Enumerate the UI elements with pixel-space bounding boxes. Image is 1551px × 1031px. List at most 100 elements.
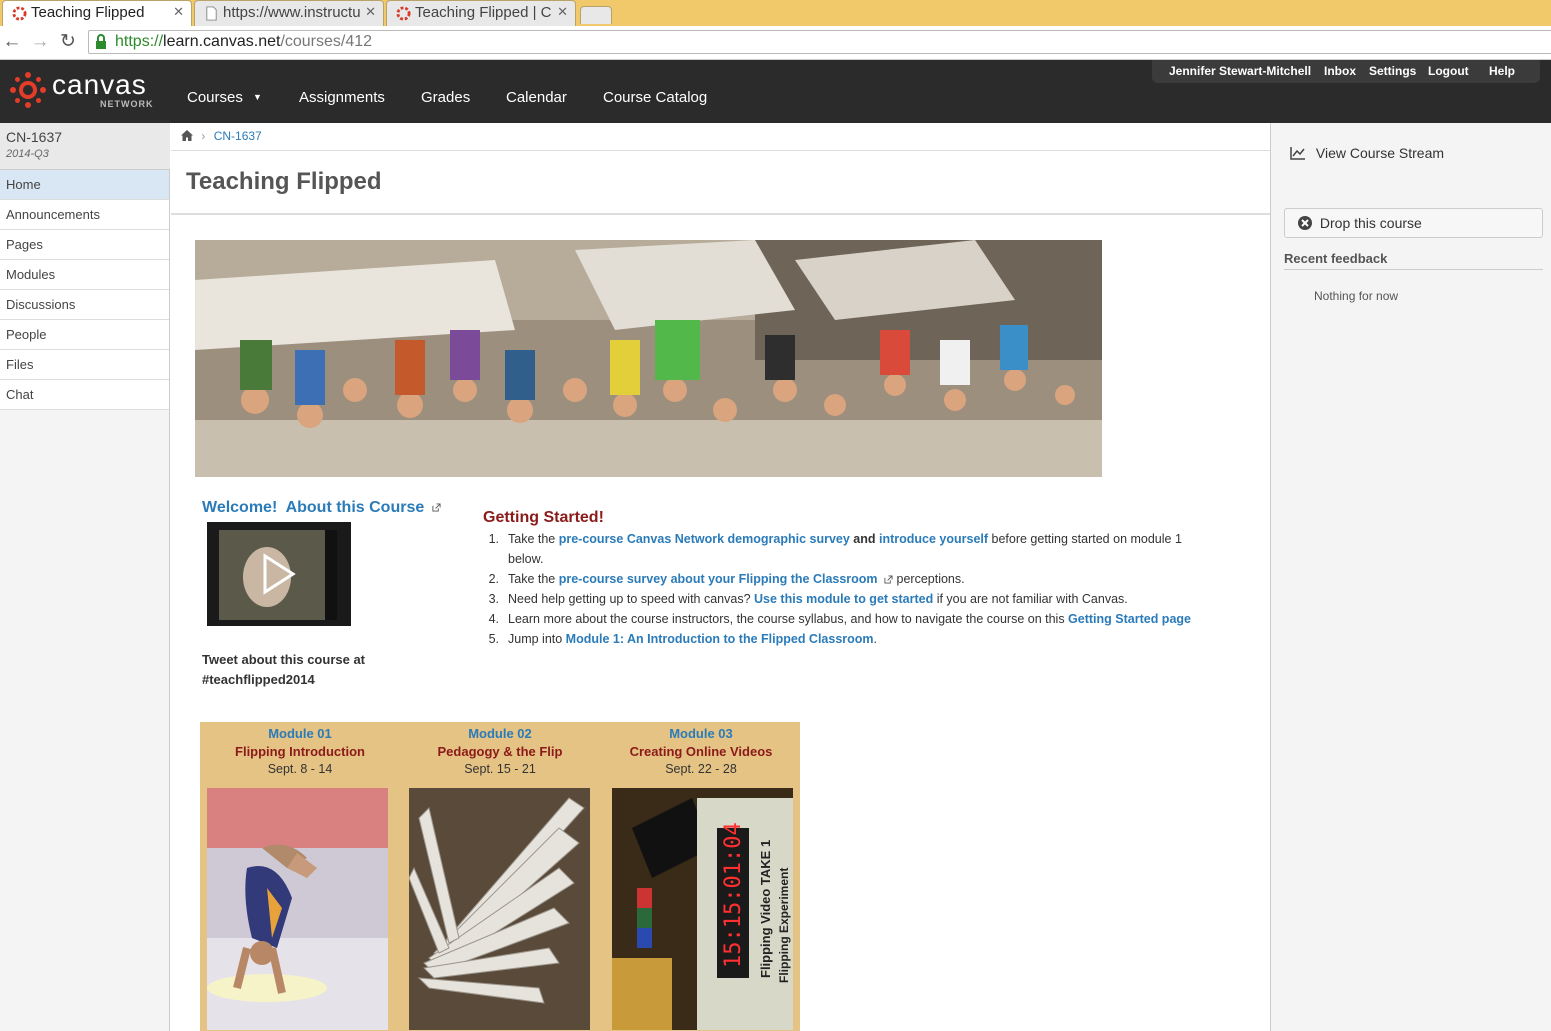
tweet-prompt: Tweet about this course at #teachflipped…	[202, 650, 402, 690]
sidebar-item-home[interactable]: Home	[0, 170, 169, 200]
sidebar-item-modules[interactable]: Modules	[0, 260, 169, 290]
module-number[interactable]: Module 03	[601, 726, 801, 741]
play-icon[interactable]	[259, 552, 299, 596]
module-card-01[interactable]: Module 01 Flipping Introduction Sept. 8 …	[200, 722, 400, 776]
sidebar-item-announcements[interactable]: Announcements	[0, 200, 169, 230]
browser-tab-2[interactable]: https://www.instructu ✕	[194, 0, 384, 26]
new-tab-button[interactable]	[580, 6, 612, 24]
getting-started-list: 1. Take the pre-course Canvas Network de…	[483, 529, 1223, 649]
list-item: 2. Take the pre-course survey about your…	[483, 569, 1223, 589]
list-text: Jump into	[508, 632, 566, 646]
list-number: 3.	[488, 592, 499, 606]
nav-grades[interactable]: Grades	[421, 89, 470, 106]
canvas-header: canvas NETWORK Courses ▼ Assignments Gra…	[0, 60, 1551, 123]
breadcrumb-course-link[interactable]: CN-1637	[214, 129, 262, 143]
nav-courses-label: Courses	[187, 89, 243, 106]
flipping-survey-link[interactable]: pre-course survey about your Flipping th…	[559, 572, 878, 586]
close-tab-icon[interactable]: ✕	[365, 4, 376, 20]
module-card-03[interactable]: Module 03 Creating Online Videos Sept. 2…	[601, 722, 801, 776]
course-banner-image	[195, 240, 1102, 477]
close-tab-icon[interactable]: ✕	[557, 4, 568, 20]
external-link-icon	[432, 503, 441, 512]
line-chart-icon	[1290, 147, 1305, 160]
list-number: 5.	[488, 632, 499, 646]
module-number[interactable]: Module 01	[200, 726, 400, 741]
nav-assignments[interactable]: Assignments	[299, 89, 385, 106]
logo-subtitle: NETWORK	[100, 99, 154, 109]
intro-video-player[interactable]	[207, 522, 351, 626]
close-tab-icon[interactable]: ✕	[173, 4, 184, 20]
module-name: Pedagogy & the Flip	[437, 744, 563, 759]
module-01-image[interactable]	[207, 788, 388, 1030]
sidebar-item-people[interactable]: People	[0, 320, 169, 350]
recent-feedback-empty: Nothing for now	[1314, 289, 1399, 303]
nav-calendar[interactable]: Calendar	[506, 89, 567, 106]
list-text: and	[849, 532, 879, 546]
canvas-favicon-icon	[12, 6, 27, 21]
course-code: CN-1637	[6, 129, 63, 145]
nav-course-catalog[interactable]: Course Catalog	[603, 89, 707, 106]
welcome-heading: Welcome! About this Course	[202, 499, 441, 517]
getting-started-heading: Getting Started!	[483, 509, 604, 526]
slate-label-1: Flipping Video TAKE 1	[758, 840, 773, 978]
list-item: 5. Jump into Module 1: An Introduction t…	[483, 629, 1223, 649]
browser-tab-3[interactable]: Teaching Flipped | C ✕	[386, 0, 576, 26]
get-started-module-link[interactable]: Use this module to get started	[754, 592, 933, 606]
reload-icon[interactable]: ↻	[58, 31, 78, 53]
list-text: .	[873, 632, 878, 646]
user-name-link[interactable]: Jennifer Stewart-Mitchell	[1169, 64, 1311, 78]
caret-down-icon: ▼	[253, 92, 262, 102]
demographic-survey-link[interactable]: pre-course Canvas Network demographic su…	[559, 532, 850, 546]
address-bar-row: ← → ↻ https://learn.canvas.net/courses/4…	[0, 26, 1551, 60]
main-content: › CN-1637 Teaching Flipped Welcome! Abou…	[171, 123, 1270, 1031]
divider	[171, 213, 1270, 215]
view-course-stream-button[interactable]: View Course Stream	[1290, 145, 1444, 161]
sidebar-item-chat[interactable]: Chat	[0, 380, 169, 410]
modules-grid: Module 01 Flipping Introduction Sept. 8 …	[200, 722, 800, 1031]
sidebar-item-files[interactable]: Files	[0, 350, 169, 380]
help-link[interactable]: Help	[1489, 64, 1515, 78]
back-arrow-icon[interactable]: ←	[2, 31, 22, 53]
url-path: /courses/412	[280, 33, 373, 50]
logo-text[interactable]: canvas	[52, 69, 147, 101]
breadcrumb: › CN-1637	[181, 129, 262, 143]
module-03-image[interactable]: 15:15:01:04 Flipping Video TAKE 1 Flippi…	[612, 788, 793, 1030]
getting-started-page-link[interactable]: Getting Started page	[1068, 612, 1191, 626]
canvas-favicon-icon	[396, 6, 411, 21]
logout-link[interactable]: Logout	[1428, 64, 1469, 78]
list-text: below.	[508, 552, 544, 566]
sidebar-item-pages[interactable]: Pages	[0, 230, 169, 260]
tweet-line-1: Tweet about this course at	[202, 652, 366, 667]
welcome-text: Welcome!	[202, 499, 278, 516]
drop-course-button[interactable]: Drop this course	[1284, 208, 1543, 238]
list-text: Learn more about the course instructors,…	[508, 612, 1069, 626]
close-circle-icon	[1298, 216, 1312, 230]
home-icon[interactable]	[181, 130, 193, 141]
drop-course-label: Drop this course	[1319, 215, 1422, 231]
slate-label-2: Flipping Experiment	[777, 868, 791, 983]
tab-title: Teaching Flipped	[31, 4, 145, 21]
about-course-link[interactable]: About this Course	[286, 499, 425, 516]
slate-timecode: 15:15:01:04	[721, 822, 746, 968]
module-number[interactable]: Module 02	[400, 726, 600, 741]
external-link-icon	[884, 575, 893, 584]
canvas-logo-icon[interactable]	[10, 72, 46, 108]
browser-tab-1[interactable]: Teaching Flipped ✕	[2, 0, 192, 26]
module-02-image[interactable]	[409, 788, 590, 1030]
forward-arrow-icon[interactable]: →	[30, 31, 50, 53]
module-name: Creating Online Videos	[629, 744, 773, 759]
url-input[interactable]: https://learn.canvas.net/courses/412	[88, 30, 1551, 54]
list-number: 1.	[488, 532, 499, 546]
list-text: Need help getting up to speed with canva…	[508, 592, 755, 606]
nav-courses[interactable]: Courses ▼	[187, 89, 262, 106]
introduce-yourself-link[interactable]: introduce yourself	[879, 532, 988, 546]
sidebar-item-discussions[interactable]: Discussions	[0, 290, 169, 320]
module-1-link[interactable]: Module 1: An Introduction to the Flipped…	[566, 632, 874, 646]
settings-link[interactable]: Settings	[1369, 64, 1416, 78]
inbox-link[interactable]: Inbox	[1324, 64, 1356, 78]
module-dates: Sept. 22 - 28	[665, 762, 737, 776]
module-dates: Sept. 8 - 14	[267, 762, 333, 776]
module-card-02[interactable]: Module 02 Pedagogy & the Flip Sept. 15 -…	[400, 722, 600, 776]
browser-tab-bar: Teaching Flipped ✕ https://www.instructu…	[0, 0, 1551, 26]
tab-title: Teaching Flipped | C	[415, 4, 552, 21]
